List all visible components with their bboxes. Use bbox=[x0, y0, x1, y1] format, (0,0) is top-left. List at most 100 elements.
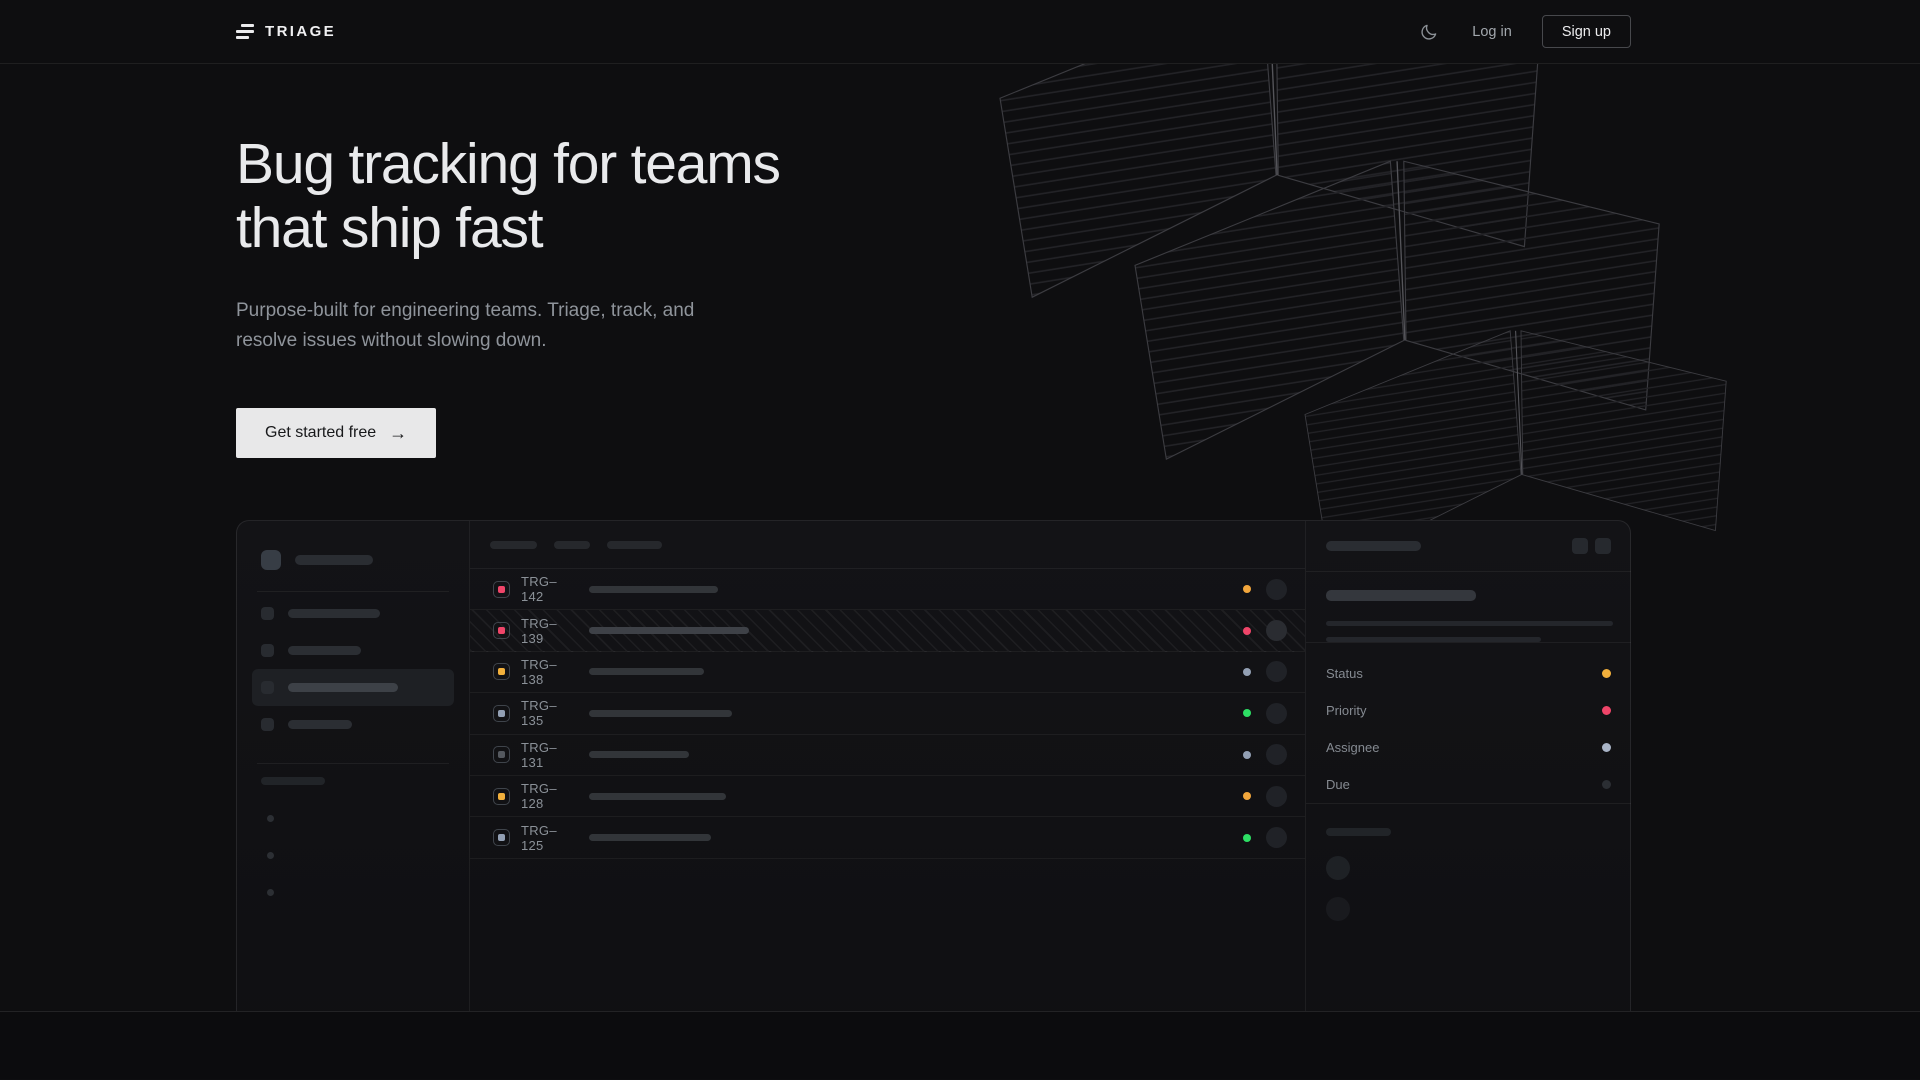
assignee-avatar bbox=[1266, 579, 1287, 600]
skeleton-title bbox=[1326, 590, 1476, 601]
top-nav: TRIAGE Log in Sign up bbox=[0, 0, 1920, 64]
skeleton-bar bbox=[288, 646, 361, 655]
workspace-icon bbox=[261, 550, 281, 570]
comment-avatar-placeholder bbox=[1326, 856, 1350, 880]
skeleton-line bbox=[1326, 621, 1613, 626]
skeleton-tab bbox=[607, 541, 662, 549]
assignee-avatar bbox=[1266, 703, 1287, 724]
assignee-avatar bbox=[1266, 827, 1287, 848]
sidebar-item-icon bbox=[261, 607, 274, 620]
below-fold-section bbox=[0, 1012, 1920, 1079]
detail-field-row: Priority bbox=[1326, 692, 1611, 729]
issue-row: TRG–131 bbox=[470, 735, 1305, 776]
issue-row: TRG–125 bbox=[470, 817, 1305, 858]
issue-type-icon bbox=[493, 829, 510, 846]
issue-title-skeleton bbox=[589, 710, 732, 717]
field-value-dot bbox=[1602, 706, 1611, 715]
skeleton-bar bbox=[288, 720, 352, 729]
issue-row: TRG–128 bbox=[470, 776, 1305, 817]
issue-type-icon bbox=[493, 746, 510, 763]
issue-title-skeleton bbox=[589, 668, 704, 675]
workspace-row bbox=[261, 549, 445, 571]
status-dot bbox=[1243, 751, 1251, 759]
arrow-right-icon: → bbox=[389, 424, 407, 442]
issue-type-icon bbox=[493, 622, 510, 639]
status-dot bbox=[1243, 627, 1251, 635]
status-dot bbox=[1243, 792, 1251, 800]
issue-id: TRG–139 bbox=[521, 616, 571, 646]
get-started-button[interactable]: Get started free → bbox=[236, 408, 436, 458]
sidebar-dot bbox=[267, 815, 274, 822]
page-title: Bug tracking for teams that ship fast bbox=[236, 132, 1631, 260]
panel-action-icon bbox=[1572, 538, 1588, 554]
detail-fields: Status Priority Assignee Due bbox=[1326, 655, 1611, 803]
issue-row: TRG–142 bbox=[470, 569, 1305, 610]
detail-actions bbox=[1572, 538, 1611, 554]
field-value-dot bbox=[1602, 669, 1611, 678]
theme-toggle-button[interactable] bbox=[1416, 19, 1442, 45]
skeleton-bar bbox=[295, 555, 373, 565]
brand-name: TRIAGE bbox=[265, 23, 336, 40]
sidebar-dot bbox=[267, 889, 274, 896]
issue-type-icon bbox=[493, 788, 510, 805]
field-label: Assignee bbox=[1326, 740, 1379, 755]
detail-field-row: Due bbox=[1326, 766, 1611, 803]
status-dot bbox=[1243, 585, 1251, 593]
issue-list-header bbox=[470, 521, 1305, 569]
brand-logo[interactable]: TRIAGE bbox=[236, 23, 336, 40]
issue-row: TRG–138 bbox=[470, 652, 1305, 693]
mockup-sidebar bbox=[237, 521, 470, 1012]
hero-subtitle: Purpose-built for engineering teams. Tri… bbox=[236, 296, 1631, 356]
skeleton-tab bbox=[490, 541, 537, 549]
field-value-dot bbox=[1602, 743, 1611, 752]
sidebar-item bbox=[252, 632, 454, 669]
issue-id: TRG–135 bbox=[521, 698, 571, 728]
sidebar-item-icon bbox=[261, 718, 274, 731]
sidebar-item bbox=[252, 706, 454, 743]
issue-type-icon bbox=[493, 705, 510, 722]
hero-section: Bug tracking for teams that ship fast Pu… bbox=[0, 64, 1920, 1012]
issue-list-panel: TRG–142 TRG–139 TRG–138 TRG–135 bbox=[470, 521, 1305, 1012]
issue-id: TRG–138 bbox=[521, 657, 571, 687]
status-dot bbox=[1243, 709, 1251, 717]
signup-button[interactable]: Sign up bbox=[1542, 15, 1631, 48]
sidebar-dot bbox=[267, 852, 274, 859]
field-label: Priority bbox=[1326, 703, 1366, 718]
sidebar-item-icon bbox=[261, 681, 274, 694]
assignee-avatar bbox=[1266, 744, 1287, 765]
moon-icon bbox=[1420, 23, 1438, 41]
issue-id: TRG–142 bbox=[521, 574, 571, 604]
assignee-avatar bbox=[1266, 620, 1287, 641]
app-mockup: TRG–142 TRG–139 TRG–138 TRG–135 bbox=[236, 520, 1631, 1012]
issue-title-skeleton bbox=[589, 751, 689, 758]
field-label: Due bbox=[1326, 777, 1350, 792]
issue-type-icon bbox=[493, 581, 510, 598]
detail-header bbox=[1326, 521, 1611, 571]
comment-avatar-placeholder bbox=[1326, 897, 1350, 921]
assignee-avatar bbox=[1266, 661, 1287, 682]
issue-type-icon bbox=[493, 663, 510, 680]
field-value-dot bbox=[1602, 780, 1611, 789]
assignee-avatar bbox=[1266, 786, 1287, 807]
status-dot bbox=[1243, 834, 1251, 842]
sidebar-item bbox=[252, 595, 454, 632]
issue-title-skeleton bbox=[589, 834, 711, 841]
login-link[interactable]: Log in bbox=[1472, 24, 1512, 40]
issue-row: TRG–135 bbox=[470, 693, 1305, 734]
issue-title-skeleton bbox=[589, 793, 726, 800]
status-dot bbox=[1243, 668, 1251, 676]
skeleton-bar bbox=[1326, 541, 1421, 551]
issue-id: TRG–128 bbox=[521, 781, 571, 811]
skeleton-section-label bbox=[261, 777, 325, 785]
detail-field-row: Status bbox=[1326, 655, 1611, 692]
issue-title-skeleton bbox=[589, 627, 749, 634]
triage-logo-icon bbox=[236, 24, 254, 40]
sidebar-item-active bbox=[252, 669, 454, 706]
issue-list: TRG–142 TRG–139 TRG–138 TRG–135 bbox=[470, 569, 1305, 859]
issue-id: TRG–131 bbox=[521, 740, 571, 770]
detail-panel: Status Priority Assignee Due bbox=[1305, 521, 1630, 1012]
panel-action-icon bbox=[1595, 538, 1611, 554]
skeleton-bar bbox=[288, 609, 380, 618]
detail-field-row: Assignee bbox=[1326, 729, 1611, 766]
sidebar-item-icon bbox=[261, 644, 274, 657]
